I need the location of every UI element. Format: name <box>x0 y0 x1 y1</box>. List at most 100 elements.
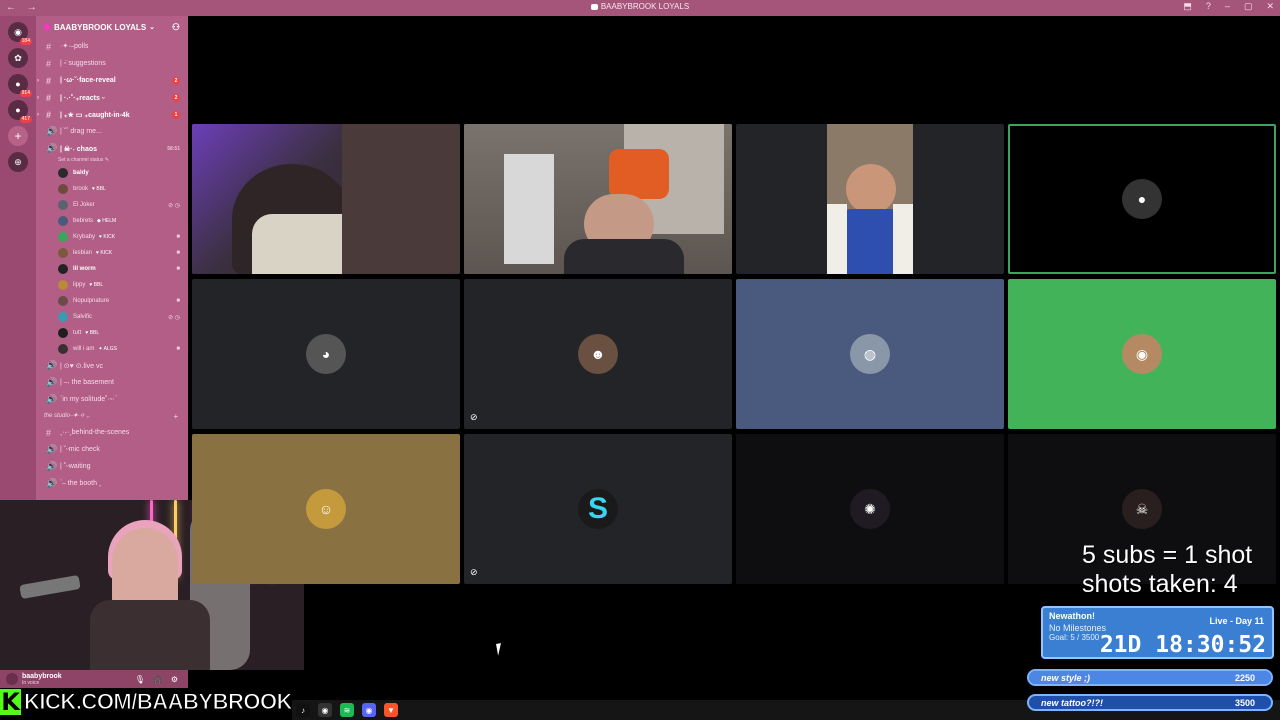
spotify-icon[interactable]: ≋ <box>340 703 354 717</box>
video-tile[interactable]: ◉ <box>1008 279 1276 429</box>
obs-icon[interactable]: ◉ <box>318 703 332 717</box>
voice-user[interactable]: lippy ♥ BBL <box>36 277 188 293</box>
avatar <box>58 344 68 354</box>
inbox-icon[interactable]: ⬒ <box>1183 1 1192 12</box>
user-tag: ◆ HELM <box>97 218 117 224</box>
gear-icon[interactable]: ⚙ <box>171 675 178 684</box>
add-channel-icon[interactable]: + <box>173 412 178 421</box>
channel-item[interactable]: # ˳·˖·˳behind-the-scenes <box>36 424 188 441</box>
voice-user-name: lesbian <box>73 250 93 256</box>
voice-user[interactable]: Krybaby ♥ KICK ■ <box>36 229 188 245</box>
video-tile[interactable] <box>464 124 732 274</box>
avatar <box>58 216 68 226</box>
user-avatar: ◍ <box>850 334 890 374</box>
user-tag: ♥ KICK <box>99 234 116 240</box>
voice-channel-chaos[interactable]: 🔊 | ☠·˖ chaos 58:51 <box>36 140 188 157</box>
user-tag: ✦ ALGS <box>98 346 117 352</box>
server-5[interactable]: ⊕ <box>8 152 28 172</box>
kick-logo-icon: K <box>0 688 22 716</box>
avatar <box>58 296 68 306</box>
channel-item[interactable]: 🔊 | ⎯˖ the basement <box>36 374 188 391</box>
add-user-icon[interactable]: ⚇ <box>172 22 180 33</box>
avatar <box>58 168 68 178</box>
server-badge-icon <box>44 24 50 30</box>
video-tile[interactable]: S ⊘ <box>464 434 732 584</box>
avatar <box>58 200 68 210</box>
video-tile[interactable]: ☺ <box>192 434 460 584</box>
voice-user[interactable]: El Joker ⊘ ◷ <box>36 197 188 213</box>
hashtag-icon: # <box>46 41 52 52</box>
server-4[interactable]: + <box>8 126 28 146</box>
mic-icon[interactable]: 🎙 <box>135 675 145 684</box>
headphones-icon[interactable]: 🎧 <box>153 675 163 684</box>
voice-user[interactable]: will i am ✦ ALGS ■ <box>36 341 188 357</box>
avatar <box>58 328 68 338</box>
channel-item[interactable]: › # | ·˖·˚·₊reacts ᵕ 2 <box>36 89 188 106</box>
voice-user[interactable]: Nopulpnature ■ <box>36 293 188 309</box>
avatar[interactable] <box>6 673 18 685</box>
speaker-icon: 🔊 <box>46 126 58 136</box>
server-1[interactable]: ✿ <box>8 48 28 68</box>
server-3[interactable]: ● 417 <box>8 100 32 123</box>
voice-user[interactable]: bebrets ◆ HELM <box>36 213 188 229</box>
brave-icon[interactable]: ▼ <box>384 703 398 717</box>
server-0[interactable]: ◉ 184 <box>8 22 32 45</box>
countdown-timer: 21D 18:30:52 <box>1099 632 1266 658</box>
video-tile[interactable] <box>736 124 1004 274</box>
mention-badge: 1 <box>172 110 180 119</box>
video-tile[interactable]: ◍ <box>736 279 1004 429</box>
unread-indicator: › <box>37 94 39 101</box>
channel-item[interactable]: 🔊 | ˘ᵕmic check <box>36 441 188 458</box>
voice-state-icon: ■ <box>176 234 180 240</box>
channel-label: | ᵕ̈ suggestions <box>60 60 106 67</box>
video-tile[interactable]: ✺ <box>736 434 1004 584</box>
hashtag-icon: # <box>46 427 52 438</box>
discord-icon: ◉ <box>14 26 22 37</box>
voice-user[interactable]: lesbian ♥ KICK ■ <box>36 245 188 261</box>
category-studio[interactable]: the studio⎯✦·✧ ⌄ + <box>36 408 188 424</box>
help-icon[interactable]: ? <box>1206 1 1211 12</box>
mention-count: 914 <box>19 90 32 97</box>
voice-user[interactable]: brook ♥ BBL <box>36 181 188 197</box>
voice-user[interactable]: lil worm ■ <box>36 261 188 277</box>
tiktok-icon[interactable]: ♪ <box>296 703 310 717</box>
close-icon[interactable]: ✕ <box>1266 1 1274 12</box>
speaker-icon: 🔊 <box>46 377 58 387</box>
minimize-icon[interactable]: – <box>1225 1 1230 12</box>
shots-taken: shots taken: 4 <box>1082 570 1238 598</box>
category-label: the studio⎯✦·✧ ⌄ <box>44 412 90 419</box>
kick-url: KICK.COM/BAABYBROOK <box>24 689 293 715</box>
window-controls: ⬒? – ▢ ✕ <box>1183 1 1274 12</box>
channel-item[interactable]: › # | ₊★ ▭ ₊caught-in-4k 1 <box>36 106 188 123</box>
voice-user[interactable]: Salvific ⊘ ◷ <box>36 309 188 325</box>
video-tile[interactable] <box>192 124 460 274</box>
channel-item[interactable]: › # | ·ω·˘·face-reveal 2 <box>36 72 188 89</box>
channel-label: | ˘ᵕmic check <box>60 446 100 453</box>
goal-label: new tattoo?!?! <box>1041 698 1103 708</box>
channel-item[interactable]: # | ᵕ̈ suggestions <box>36 55 188 72</box>
channel-item[interactable]: 🔊 | ˚ᵕwaiting <box>36 458 188 475</box>
maximize-icon[interactable]: ▢ <box>1244 1 1253 12</box>
server-header[interactable]: BAABYBROOK LOYALS ⌄ ⚇ <box>36 16 188 38</box>
channel-item[interactable]: 🔊 | ˘ˆ drag me... <box>36 123 188 140</box>
channel-item[interactable]: 🔊 ˋ⎯ the booth ˳ <box>36 475 188 492</box>
microphone-arm <box>19 574 81 600</box>
video-tile[interactable]: ☻ ⊘ <box>464 279 732 429</box>
channel-item[interactable]: 🔊 ˋin my solitude˚·ᵕ·ˊ <box>36 391 188 408</box>
voice-user-name: bebrets <box>73 218 94 224</box>
video-tile[interactable]: ◕ <box>192 279 460 429</box>
kick-banner: K KICK.COM/BAABYBROOK <box>0 688 293 716</box>
voice-user[interactable]: tutt ♥ BBL <box>36 325 188 341</box>
voice-user[interactable]: baldy <box>36 165 188 181</box>
server-2[interactable]: ● 914 <box>8 74 32 97</box>
unread-indicator: › <box>37 111 39 118</box>
user-avatar: ◕ <box>306 334 346 374</box>
mention-badge: 2 <box>172 93 180 102</box>
discord-icon[interactable]: ◉ <box>362 703 376 717</box>
channel-status-prompt[interactable]: Set a channel status ✎ <box>36 157 188 165</box>
channel-item[interactable]: # ·✦·⎯polls <box>36 38 188 55</box>
video-tile[interactable]: ● <box>1008 124 1276 274</box>
hashtag-icon: # <box>46 75 52 86</box>
channel-item[interactable]: 🔊 | ⊙♥ ⊙.live vc <box>36 357 188 374</box>
goal-bar-style: new style ;) 2250 <box>1027 669 1273 686</box>
